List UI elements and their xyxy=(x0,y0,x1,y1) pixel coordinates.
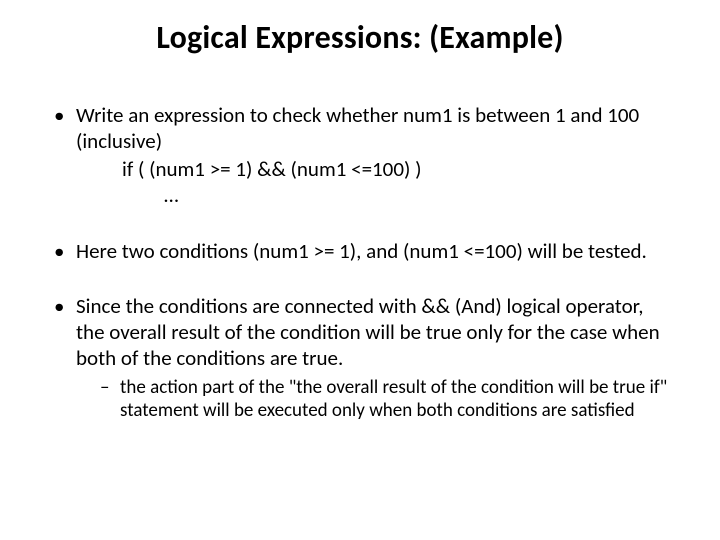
bullet-list: Write an expression to check whether num… xyxy=(48,103,672,423)
bullet-text: Here two conditions (num1 >= 1), and (nu… xyxy=(76,238,647,264)
bullet-item: Since the conditions are connected with … xyxy=(48,294,672,422)
slide-title: Logical Expressions: (Example) xyxy=(48,18,672,57)
bullet-text: Since the conditions are connected with … xyxy=(76,293,660,370)
bullet-text: Write an expression to check whether num… xyxy=(76,102,639,154)
code-line: if ( (num1 >= 1) && (num1 <=100) ) xyxy=(122,156,672,182)
code-line: … xyxy=(122,182,672,208)
bullet-item: Here two conditions (num1 >= 1), and (nu… xyxy=(48,239,672,265)
sub-bullet-text: the action part of the "the overall resu… xyxy=(120,376,667,422)
sub-bullet-item: the action part of the "the overall resu… xyxy=(100,377,672,423)
code-block: if ( (num1 >= 1) && (num1 <=100) ) … xyxy=(76,156,672,209)
sub-bullet-list: the action part of the "the overall resu… xyxy=(100,377,672,423)
slide: Logical Expressions: (Example) Write an … xyxy=(0,0,720,540)
bullet-item: Write an expression to check whether num… xyxy=(48,103,672,209)
